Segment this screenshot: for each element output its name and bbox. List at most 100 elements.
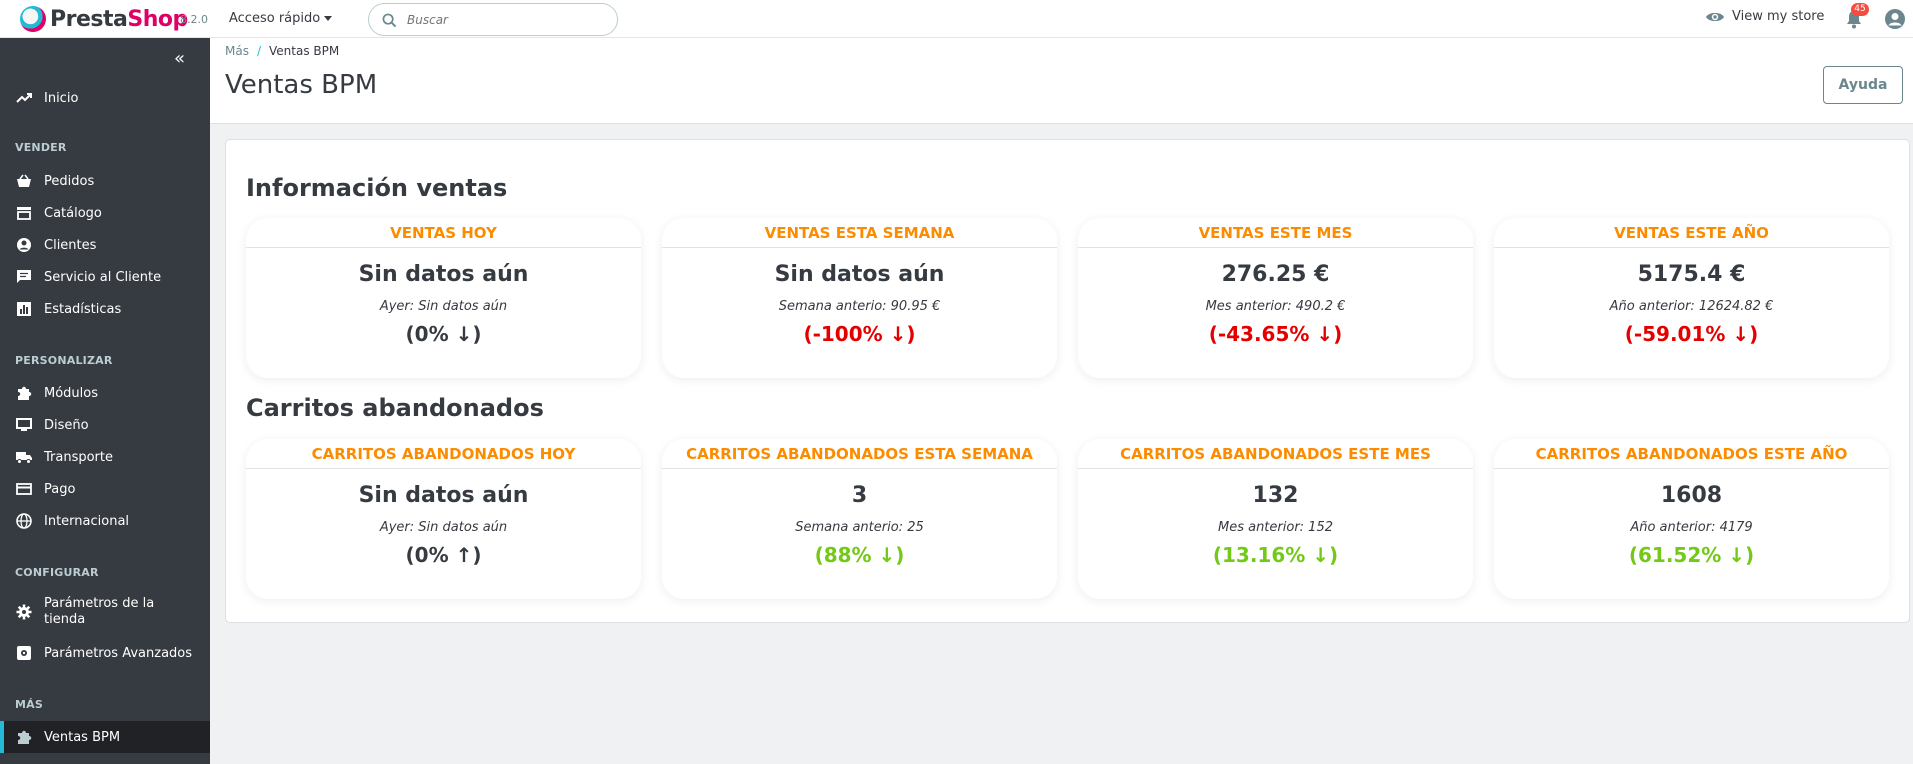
sidebar-item-parametros-tienda[interactable]: Parámetros de la tienda — [0, 592, 210, 632]
globe-icon — [15, 512, 33, 530]
sidebar-item-parametros-avanzados[interactable]: Parámetros Avanzados — [0, 637, 210, 669]
card-change: (0% ↑) — [405, 543, 482, 567]
breadcrumb-separator: / — [256, 44, 262, 58]
card-title: CARRITOS ABANDONADOS ESTE AÑO — [1494, 439, 1889, 469]
top-header: PrestaShop 8.2.0 Acceso rápido View my s… — [0, 0, 1913, 38]
collapse-sidebar-icon[interactable]: « — [174, 48, 185, 69]
carts-card-year: CARRITOS ABANDONADOS ESTE AÑO 1608 Año a… — [1494, 439, 1889, 599]
section-title-vender: VENDER — [15, 141, 67, 154]
card-change: (88% ↓) — [814, 543, 905, 567]
sidebar-item-catalogo[interactable]: Catálogo — [0, 197, 210, 229]
card-change: (13.16% ↓) — [1212, 543, 1339, 567]
sidebar-item-label: Transporte — [44, 449, 113, 465]
sidebar-item-label: Parámetros Avanzados — [44, 645, 193, 661]
card-previous: Ayer: Sin datos aún — [379, 299, 508, 314]
card-change: (-100% ↓) — [803, 322, 916, 346]
card-previous: Año anterior: 4179 — [1630, 520, 1753, 535]
sidebar-item-pedidos[interactable]: Pedidos — [0, 165, 210, 197]
sales-section-heading: Información ventas — [246, 174, 508, 202]
sidebar-item-modulos[interactable]: Módulos — [0, 377, 210, 409]
carts-card-week: CARRITOS ABANDONADOS ESTA SEMANA 3 Seman… — [662, 439, 1057, 599]
carts-card-month: CARRITOS ABANDONADOS ESTE MES 132 Mes an… — [1078, 439, 1473, 599]
view-store-link[interactable]: View my store — [1705, 9, 1824, 24]
breadcrumb: Más / Ventas BPM — [225, 44, 339, 58]
section-title-configurar: CONFIGURAR — [15, 566, 99, 579]
quick-access-label: Acceso rápido — [229, 11, 321, 26]
gear-icon — [15, 603, 33, 621]
chat-icon — [15, 268, 33, 286]
card-previous: Mes anterior: 490.2 € — [1205, 299, 1346, 314]
logo-text-presta: Presta — [50, 6, 128, 32]
card-title: CARRITOS ABANDONADOS ESTA SEMANA — [662, 439, 1057, 469]
card-change: (61.52% ↓) — [1628, 543, 1755, 567]
search-icon — [382, 13, 397, 28]
sales-card-today: VENTAS HOY Sin datos aún Ayer: Sin datos… — [246, 218, 641, 378]
section-title-mas: MÁS — [15, 698, 43, 711]
view-store-label: View my store — [1732, 9, 1825, 24]
page-title: Ventas BPM — [225, 70, 378, 100]
sidebar-item-label: Módulos — [44, 385, 98, 401]
sales-card-week: VENTAS ESTA SEMANA Sin datos aún Semana … — [662, 218, 1057, 378]
prestashop-logo[interactable]: PrestaShop — [20, 6, 188, 32]
truck-icon — [15, 448, 33, 466]
puzzle-icon — [15, 384, 33, 402]
card-value: 132 — [1252, 483, 1299, 508]
sidebar-item-label: Clientes — [44, 237, 97, 253]
credit-card-icon — [15, 480, 33, 498]
sidebar-item-pago[interactable]: Pago — [0, 473, 210, 505]
sales-card-month: VENTAS ESTE MES 276.25 € Mes anterior: 4… — [1078, 218, 1473, 378]
sidebar-item-transporte[interactable]: Transporte — [0, 441, 210, 473]
breadcrumb-parent-link[interactable]: Más — [225, 44, 249, 58]
search-box[interactable] — [368, 3, 618, 36]
settings-applications-icon — [15, 644, 33, 662]
user-avatar-icon — [1885, 9, 1905, 29]
card-previous: Año anterior: 12624.82 € — [1609, 299, 1774, 314]
card-previous: Mes anterior: 152 — [1217, 520, 1333, 535]
card-value: 276.25 € — [1221, 262, 1330, 287]
employee-menu-button[interactable] — [1884, 8, 1906, 34]
version-label: 8.2.0 — [180, 13, 208, 26]
sidebar-item-label: Inicio — [44, 90, 79, 106]
sidebar-item-internacional[interactable]: Internacional — [0, 505, 210, 537]
shopping-basket-icon — [15, 172, 33, 190]
sidebar-item-label: Parámetros de la tienda — [44, 596, 155, 627]
card-value: 3 — [851, 483, 868, 508]
sidebar-item-label: Ventas BPM — [44, 729, 121, 745]
puffin-logo-icon — [20, 6, 46, 32]
card-change: (-59.01% ↓) — [1624, 322, 1759, 346]
store-icon — [15, 204, 33, 222]
card-title: VENTAS ESTA SEMANA — [662, 218, 1057, 248]
sidebar-item-label: Diseño — [44, 417, 89, 433]
account-circle-icon — [15, 236, 33, 254]
eye-icon — [1706, 12, 1724, 21]
quick-access-dropdown[interactable]: Acceso rápido — [229, 11, 333, 26]
logo-text-shop: Shop — [127, 6, 188, 32]
card-value: 5175.4 € — [1637, 262, 1746, 287]
sidebar-item-inicio[interactable]: Inicio — [0, 82, 210, 114]
desktop-icon — [15, 416, 33, 434]
card-previous: Semana anterio: 25 — [795, 520, 924, 535]
sidebar: « Inicio VENDER Pedidos Catálogo Cliente… — [0, 38, 210, 764]
card-value: Sin datos aún — [358, 262, 529, 287]
breadcrumb-current: Ventas BPM — [269, 44, 340, 58]
sidebar-item-clientes[interactable]: Clientes — [0, 229, 210, 261]
card-title: VENTAS HOY — [246, 218, 641, 248]
sidebar-item-diseno[interactable]: Diseño — [0, 409, 210, 441]
carts-card-today: CARRITOS ABANDONADOS HOY Sin datos aún A… — [246, 439, 641, 599]
notifications-badge: 45 — [1851, 3, 1869, 16]
card-title: VENTAS ESTE MES — [1078, 218, 1473, 248]
card-previous: Ayer: Sin datos aún — [379, 520, 508, 535]
card-title: VENTAS ESTE AÑO — [1494, 218, 1889, 248]
sidebar-item-label: Servicio al Cliente — [44, 269, 162, 285]
sidebar-item-label: Estadísticas — [44, 301, 122, 317]
help-button[interactable]: Ayuda — [1823, 66, 1903, 104]
carts-section-heading: Carritos abandonados — [246, 394, 544, 422]
search-input[interactable] — [407, 10, 607, 30]
sidebar-item-label: Pago — [44, 481, 76, 497]
sidebar-item-ventas-bpm[interactable]: Ventas BPM — [0, 721, 210, 753]
puzzle-icon — [15, 728, 33, 746]
sidebar-item-servicio-cliente[interactable]: Servicio al Cliente — [0, 261, 210, 293]
sidebar-item-estadisticas[interactable]: Estadísticas — [0, 293, 210, 325]
sidebar-item-label: Catálogo — [44, 205, 102, 221]
sidebar-item-label: Pedidos — [44, 173, 95, 189]
